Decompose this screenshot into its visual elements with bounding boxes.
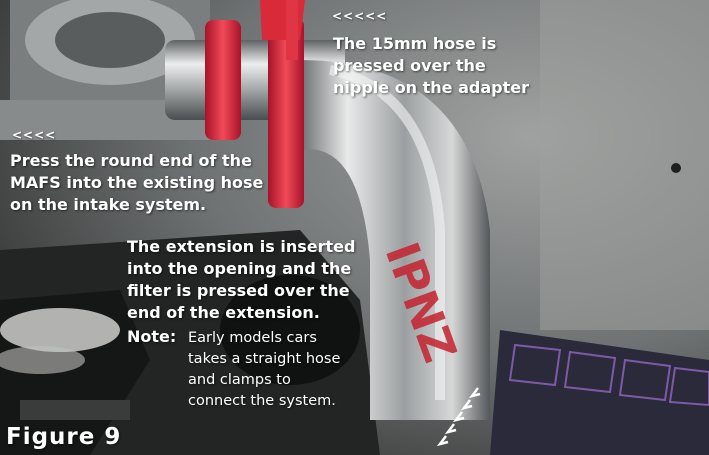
figure-label: Figure 9 <box>6 424 122 450</box>
mafs-caption: Press the round end of the MAFS into the… <box>10 151 264 214</box>
red-sleeve <box>205 20 241 140</box>
extension-caption: The extension is inserted into the openi… <box>127 237 356 322</box>
hose-arrows: <<<<< <box>332 9 388 23</box>
15mm-hose <box>286 0 298 60</box>
note-text: Early models cars takes a straight hose … <box>188 330 341 409</box>
hose-caption: The 15mm hose is pressed over the nipple… <box>333 34 529 97</box>
figure-photo: IPNZ <<<<< The 15mm hose is pressed over… <box>0 0 709 455</box>
mafs-arrows: <<<< <box>12 128 57 142</box>
note-label: Note: <box>127 327 177 346</box>
